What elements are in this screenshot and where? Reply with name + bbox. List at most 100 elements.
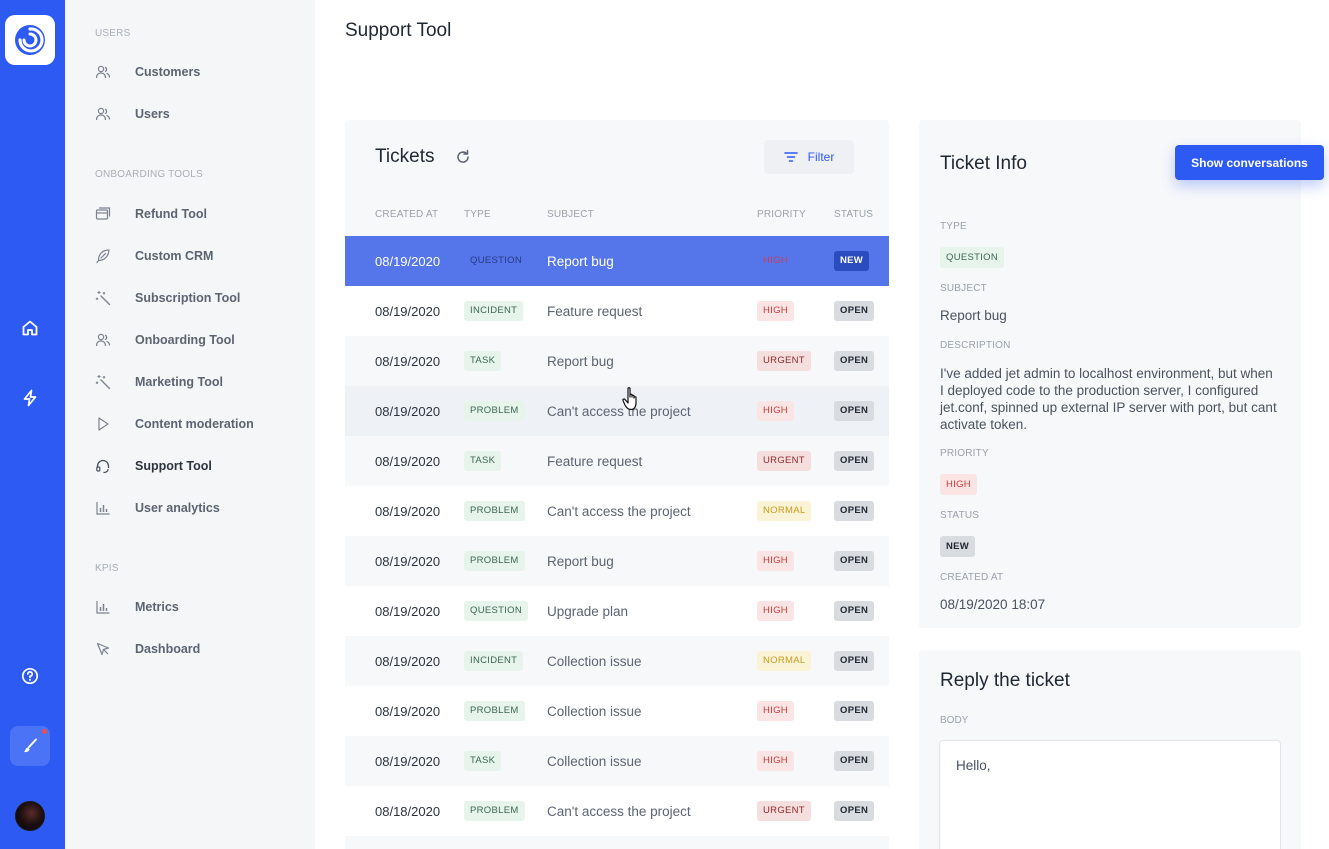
table-row[interactable]: 08/19/2020 PROBLEM Can't access the proj… <box>345 486 889 536</box>
sidebar-item-label: Custom CRM <box>135 249 214 263</box>
status-badge: OPEN <box>834 551 875 571</box>
table-row[interactable]: 08/19/2020 QUESTION Report bug HIGH NEW <box>345 236 889 286</box>
created-at-cell: 08/19/2020 <box>375 303 441 319</box>
avatar[interactable] <box>15 801 45 831</box>
priority-badge: HIGH <box>757 251 794 271</box>
created-at-cell: 08/19/2020 <box>375 703 441 719</box>
sidebar-item-subscription-tool[interactable]: Subscription Tool <box>95 286 295 310</box>
type-badge: QUESTION <box>464 601 529 621</box>
priority-badge: HIGH <box>757 751 794 771</box>
users-icon <box>95 106 111 122</box>
sidebar-item-dashboard[interactable]: Dashboard <box>95 637 295 661</box>
subject-label: SUBJECT <box>940 283 987 294</box>
ticket-info-card: Ticket Info TYPE QUESTION SUBJECT Report… <box>919 120 1301 628</box>
priority-badge: HIGH <box>940 474 977 495</box>
sidebar-item-marketing-tool[interactable]: Marketing Tool <box>95 370 295 394</box>
table-row[interactable]: 08/19/2020 PROBLEM Collection issue HIGH… <box>345 686 889 736</box>
subject-cell: Feature request <box>547 303 643 319</box>
sidebar-item-refund-tool[interactable]: Refund Tool <box>95 202 295 226</box>
sidebar-item-label: Dashboard <box>135 642 201 656</box>
refresh-icon[interactable] <box>455 149 471 165</box>
column-header-priority[interactable]: PRIORITY <box>757 209 806 220</box>
table-row[interactable]: 08/18/2020 PROBLEM Can't access the proj… <box>345 786 889 836</box>
table-row[interactable]: 08/19/2020 TASK Report bug URGENT OPEN <box>345 336 889 386</box>
sidebar-item-label: Marketing Tool <box>135 375 223 389</box>
magic-wand-icon <box>95 374 111 390</box>
table-row[interactable]: 08/19/2020 TASK Feature request URGENT O… <box>345 436 889 486</box>
table-row[interactable]: 08/19/2020 TASK Collection issue HIGH OP… <box>345 736 889 786</box>
lightning-icon[interactable] <box>10 378 50 418</box>
bar-chart-icon <box>95 599 111 615</box>
type-badge: QUESTION <box>464 251 529 271</box>
created-at-cell: 08/19/2020 <box>375 753 441 769</box>
help-icon[interactable] <box>10 656 50 696</box>
created-at-cell: 08/19/2020 <box>375 253 441 269</box>
table-row[interactable]: 08/19/2020 PROBLEM Can't access the proj… <box>345 386 889 436</box>
reply-body-input[interactable]: Hello, <box>939 740 1281 849</box>
created-at-cell: 08/19/2020 <box>375 553 441 569</box>
type-badge: PROBLEM <box>464 501 525 521</box>
sidebar-section-onboarding-tools: ONBOARDING TOOLS <box>95 169 203 180</box>
table-row[interactable]: 08/19/2020 PROBLEM Report bug HIGH OPEN <box>345 536 889 586</box>
tickets-title: Tickets <box>375 146 435 167</box>
priority-badge: HIGH <box>757 401 794 421</box>
filter-button[interactable]: Filter <box>764 140 854 174</box>
tickets-table-body: 08/19/2020 QUESTION Report bug HIGH NEW … <box>345 236 889 836</box>
type-badge: TASK <box>464 351 502 371</box>
users-icon <box>95 64 111 80</box>
home-icon[interactable] <box>10 308 50 348</box>
priority-badge: NORMAL <box>757 651 812 671</box>
sidebar-section-users: USERS <box>95 28 131 39</box>
sidebar-item-metrics[interactable]: Metrics <box>95 595 295 619</box>
created-at-cell: 08/19/2020 <box>375 503 441 519</box>
description-label: DESCRIPTION <box>940 340 1011 351</box>
subject-cell: Collection issue <box>547 703 642 719</box>
created-at-label: CREATED AT <box>940 572 1004 583</box>
sidebar: USERS Customers Users ONBOARDING TOOLS R… <box>65 0 315 849</box>
column-header-subject[interactable]: SUBJECT <box>547 209 594 220</box>
column-header-status[interactable]: STATUS <box>834 209 873 220</box>
sidebar-item-label: Metrics <box>135 600 179 614</box>
sidebar-item-users[interactable]: Users <box>95 102 295 126</box>
sidebar-item-customers[interactable]: Customers <box>95 60 295 84</box>
app-rail <box>0 0 65 849</box>
sidebar-item-onboarding-tool[interactable]: Onboarding Tool <box>95 328 295 352</box>
sidebar-item-custom-crm[interactable]: Custom CRM <box>95 244 295 268</box>
logo-icon[interactable] <box>5 15 55 65</box>
column-header-created-at[interactable]: CREATED AT <box>375 209 438 220</box>
body-label: BODY <box>940 715 969 726</box>
status-badge: OPEN <box>834 351 875 371</box>
created-at-cell: 08/19/2020 <box>375 403 441 419</box>
status-badge: NEW <box>834 251 870 271</box>
created-at-cell: 08/19/2020 <box>375 353 441 369</box>
sidebar-item-content-moderation[interactable]: Content moderation <box>95 412 295 436</box>
cards-icon <box>95 206 111 222</box>
table-row[interactable]: 08/19/2020 INCIDENT Feature request HIGH… <box>345 286 889 336</box>
priority-badge: URGENT <box>757 451 811 471</box>
table-row[interactable]: 08/19/2020 QUESTION Upgrade plan HIGH OP… <box>345 586 889 636</box>
reply-card: Reply the ticket BODY Hello, <box>919 650 1301 849</box>
play-icon <box>95 416 111 432</box>
show-conversations-button[interactable]: Show conversations <box>1175 145 1324 180</box>
created-at-cell: 08/18/2020 <box>375 803 441 819</box>
table-row[interactable]: 08/19/2020 INCIDENT Collection issue NOR… <box>345 636 889 686</box>
type-badge: INCIDENT <box>464 301 524 321</box>
subject-cell: Report bug <box>547 353 614 369</box>
type-badge: TASK <box>464 451 502 471</box>
page-title: Support Tool <box>345 20 452 41</box>
column-header-type[interactable]: TYPE <box>464 209 491 220</box>
users-icon <box>95 332 111 348</box>
type-badge: PROBLEM <box>464 401 525 421</box>
status-badge: OPEN <box>834 701 875 721</box>
subject-cell: Report bug <box>547 553 614 569</box>
subject-cell: Feature request <box>547 453 643 469</box>
sidebar-item-label: Customers <box>135 65 201 79</box>
type-badge: TASK <box>464 751 502 771</box>
sidebar-item-user-analytics[interactable]: User analytics <box>95 496 295 520</box>
sidebar-item-support-tool[interactable]: Support Tool <box>95 454 295 478</box>
status-badge: OPEN <box>834 601 875 621</box>
filter-label: Filter <box>807 150 835 164</box>
brush-icon[interactable] <box>10 726 50 766</box>
status-badge: OPEN <box>834 301 875 321</box>
created-at-cell: 08/19/2020 <box>375 603 441 619</box>
